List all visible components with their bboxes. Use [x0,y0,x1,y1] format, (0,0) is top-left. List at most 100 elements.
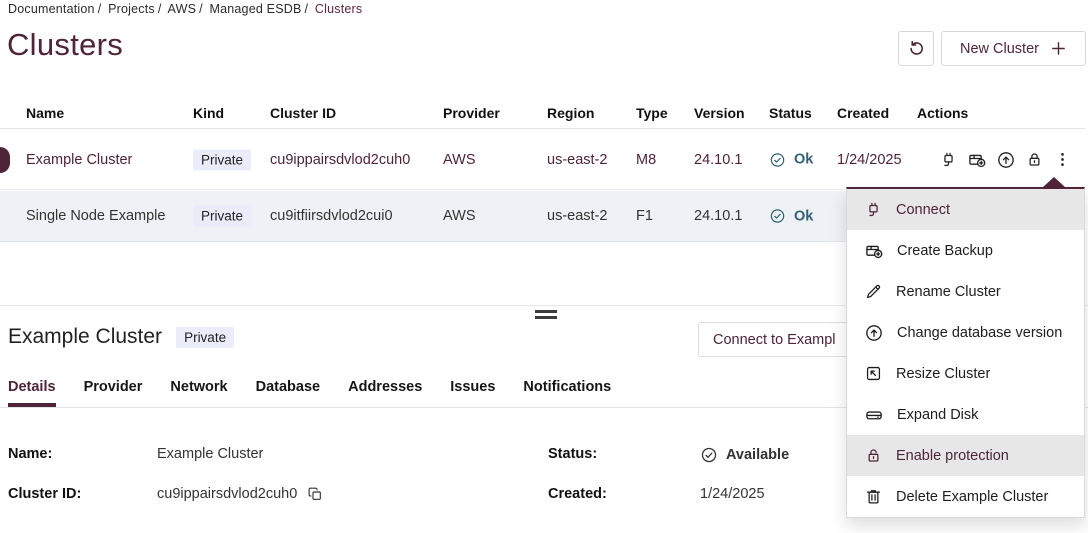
selected-row-indicator [0,147,10,173]
cell-type: M8 [636,152,656,168]
field-name-value: Example Cluster [157,446,263,462]
field-cluster-id-label: Cluster ID: [8,486,81,502]
breadcrumb-separator: / [98,2,102,16]
column-header-name: Name [26,105,64,121]
resize-icon [864,364,883,383]
check-circle-icon [769,151,786,168]
menu-item-label: Enable protection [896,448,1009,464]
breadcrumb-item-projects[interactable]: Projects [108,2,155,16]
caret-up [1042,177,1066,188]
breadcrumb-separator: / [158,2,162,16]
disk-icon [864,405,884,425]
cell-cluster-id: cu9ippairsdvlod2cuh0 [270,152,410,168]
column-header-cluster-id: Cluster ID [270,105,336,121]
cluster-actions-menu: Connect Create Backup Rename Cluster [846,187,1085,518]
column-header-status: Status [769,105,812,121]
new-cluster-label: New Cluster [960,41,1039,57]
field-name-label: Name: [8,446,52,462]
menu-item-create-backup[interactable]: Create Backup [847,230,1084,271]
create-backup-icon [864,241,884,261]
row-actions [939,150,1072,170]
breadcrumb-separator: / [305,2,309,16]
trash-icon [864,487,883,506]
menu-item-label: Connect [896,202,950,218]
cell-status: Ok [769,151,813,168]
detail-title: Example Cluster [8,325,162,349]
kebab-icon[interactable] [1053,150,1072,169]
tab-provider[interactable]: Provider [84,379,143,404]
column-header-kind: Kind [193,105,224,121]
menu-item-resize-cluster[interactable]: Resize Cluster [847,353,1084,394]
pencil-icon [864,282,883,301]
refresh-icon [907,39,926,58]
tab-notifications[interactable]: Notifications [523,379,611,404]
menu-item-label: Resize Cluster [896,366,990,382]
breadcrumb-separator: / [199,2,203,16]
tab-database[interactable]: Database [256,379,320,404]
create-backup-icon[interactable] [967,150,987,170]
tab-details[interactable]: Details [8,379,56,404]
menu-item-label: Delete Example Cluster [896,489,1048,505]
table-row-example-cluster[interactable]: Example Cluster Private cu9ippairsdvlod2… [0,130,1085,190]
new-cluster-button[interactable]: New Cluster [941,31,1086,66]
tab-network[interactable]: Network [170,379,227,404]
field-created-value: 1/24/2025 [700,486,765,502]
status-text: Ok [794,208,813,224]
drag-handle[interactable] [535,310,557,322]
cell-name: Single Node Example [26,208,165,224]
check-circle-icon [769,208,786,225]
cluster-id-text: cu9ippairsdvlod2cuh0 [157,486,297,502]
copy-icon[interactable] [307,486,323,502]
cell-type: F1 [636,208,653,224]
field-status-label: Status: [548,446,597,462]
cell-provider: AWS [443,208,476,224]
detail-kind-badge: Private [176,327,234,348]
menu-item-enable-protection[interactable]: Enable protection [847,435,1084,476]
cell-version: 24.10.1 [694,152,742,168]
breadcrumb: Documentation/ Projects/ AWS/ Managed ES… [8,2,365,16]
arrow-up-circle-icon[interactable] [996,150,1016,170]
cell-cluster-id: cu9itfiirsdvlod2cui0 [270,208,393,224]
detail-tabs: Details Provider Network Database Addres… [8,379,611,404]
column-header-region: Region [547,105,594,121]
status-text: Ok [794,152,813,168]
arrow-up-circle-icon [864,323,884,343]
menu-item-label: Create Backup [897,243,993,259]
kind-badge: Private [193,206,251,227]
menu-item-label: Expand Disk [897,407,978,423]
menu-item-change-database-version[interactable]: Change database version [847,312,1084,353]
tab-issues[interactable]: Issues [450,379,495,404]
menu-item-expand-disk[interactable]: Expand Disk [847,394,1084,435]
refresh-button[interactable] [898,31,934,66]
column-header-provider: Provider [443,105,500,121]
kind-badge: Private [193,149,251,170]
menu-item-label: Rename Cluster [896,284,1001,300]
menu-item-label: Change database version [897,325,1062,341]
status-text: Available [726,447,789,463]
cell-created: 1/24/2025 [837,152,902,168]
cell-status: Ok [769,208,813,225]
breadcrumb-item-aws[interactable]: AWS [168,2,197,16]
column-header-actions: Actions [917,105,968,121]
clusters-page: Documentation/ Projects/ AWS/ Managed ES… [0,0,1088,533]
page-title: Clusters [7,27,123,63]
column-header-created: Created [837,105,889,121]
cell-region: us-east-2 [547,152,607,168]
breadcrumb-item-managed-esdb[interactable]: Managed ESDB [209,2,301,16]
tab-addresses[interactable]: Addresses [348,379,422,404]
menu-item-delete-cluster[interactable]: Delete Example Cluster [847,476,1084,517]
menu-item-rename-cluster[interactable]: Rename Cluster [847,271,1084,312]
field-created-label: Created: [548,486,607,502]
lock-icon[interactable] [1025,150,1044,169]
cell-provider: AWS [443,152,476,168]
menu-item-connect[interactable]: Connect [847,189,1084,230]
cell-name: Example Cluster [26,152,132,168]
field-status-value: Available [700,446,789,464]
field-cluster-id-value: cu9ippairsdvlod2cuh0 [157,486,323,502]
plug-icon [864,200,883,219]
column-header-version: Version [694,105,745,121]
breadcrumb-item-documentation[interactable]: Documentation [8,2,95,16]
cell-version: 24.10.1 [694,208,742,224]
plug-icon[interactable] [939,150,958,169]
breadcrumb-item-clusters[interactable]: Clusters [315,2,362,16]
